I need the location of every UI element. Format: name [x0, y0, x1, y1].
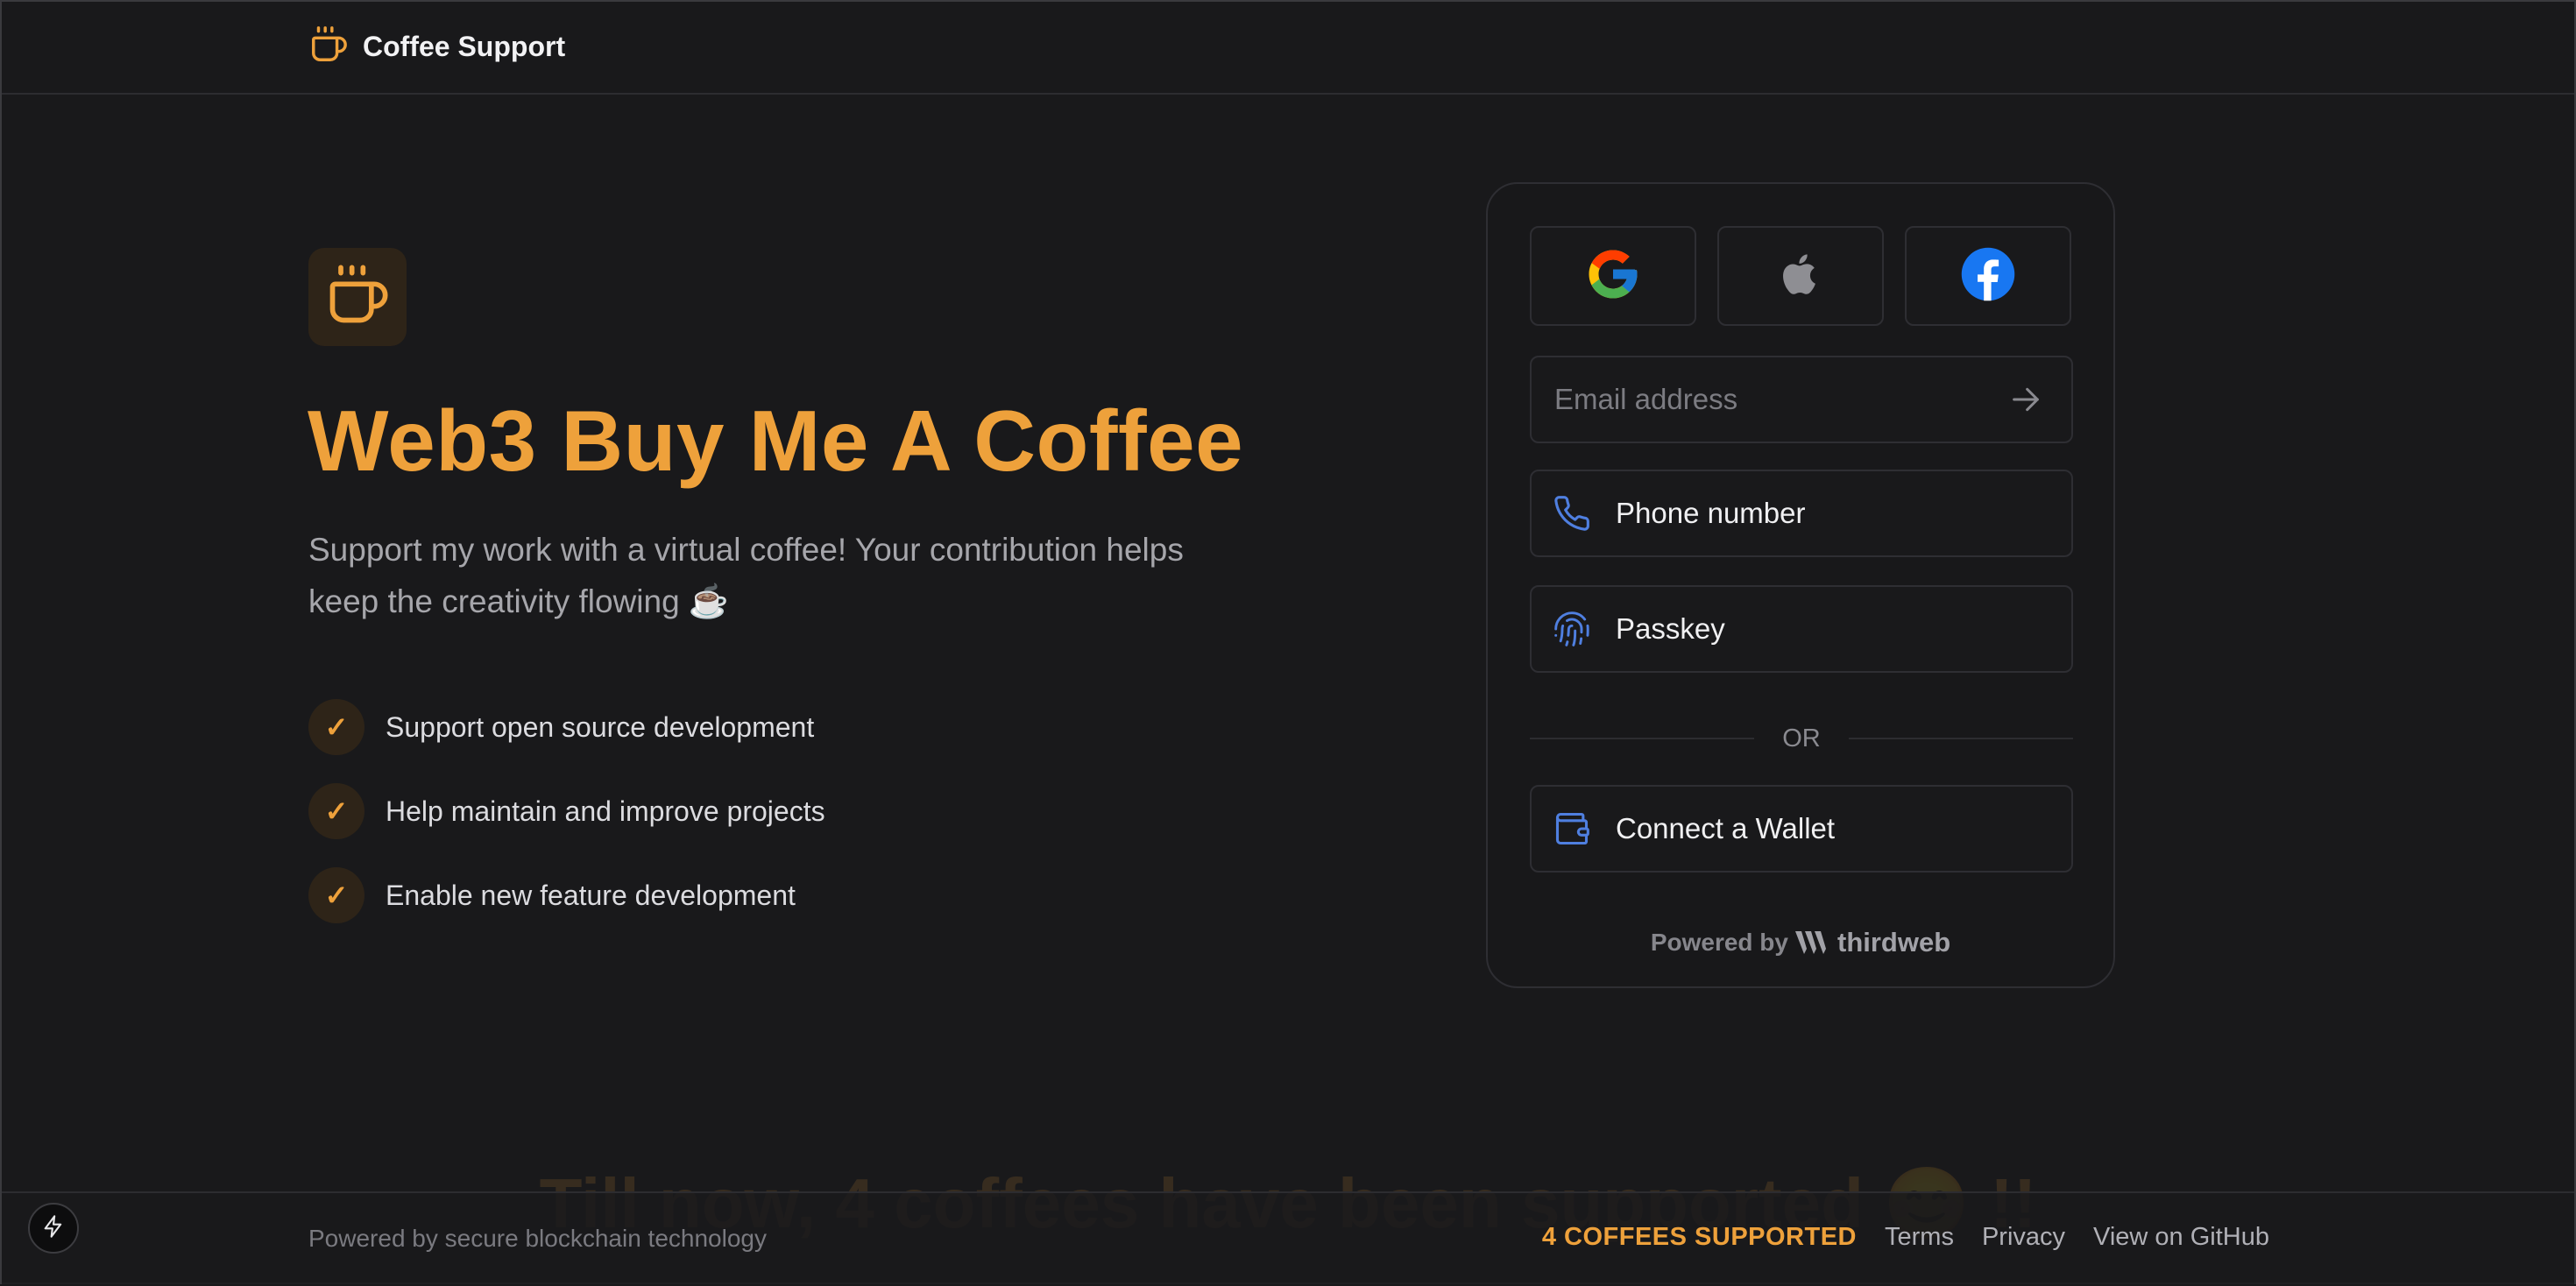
- feature-text: Support open source development: [386, 710, 815, 743]
- apple-icon: [1774, 245, 1827, 307]
- facebook-icon: [1959, 245, 2017, 307]
- footer-links: 4 COFFEES SUPPORTED Terms Privacy View o…: [1542, 1223, 2269, 1252]
- feature-list: ✓ Support open source development ✓ Help…: [308, 698, 825, 950]
- hero-subtitle: Support my work with a virtual coffee! Y…: [308, 532, 1184, 619]
- check-icon: ✓: [308, 783, 364, 839]
- passkey-label: Passkey: [1616, 612, 1725, 645]
- thirdweb-logo: thirdweb: [1795, 927, 1950, 958]
- list-item: ✓ Help maintain and improve projects: [308, 782, 825, 840]
- coffee-cup-icon: [308, 25, 349, 69]
- footer: Powered by secure blockchain technology …: [2, 1191, 2574, 1286]
- terms-link[interactable]: Terms: [1885, 1223, 1954, 1252]
- github-link[interactable]: View on GitHub: [2093, 1223, 2269, 1252]
- email-input[interactable]: [1553, 382, 1999, 417]
- connect-wallet-button[interactable]: Connect a Wallet: [1530, 785, 2073, 873]
- google-icon: [1584, 245, 1642, 307]
- phone-label: Phone number: [1616, 497, 1806, 529]
- phone-login-button[interactable]: Phone number: [1530, 470, 2073, 557]
- divider-line: [1530, 738, 1755, 739]
- coffee-cup-icon: [324, 262, 391, 333]
- check-icon: ✓: [308, 699, 364, 755]
- list-item: ✓ Enable new feature development: [308, 866, 825, 924]
- facebook-login-button[interactable]: [1905, 226, 2071, 326]
- arrow-right-icon[interactable]: [1999, 373, 2052, 426]
- divider-line: [1848, 738, 2073, 739]
- coffee-counter: 4 COFFEES SUPPORTED: [1541, 1223, 1857, 1251]
- list-item: ✓ Support open source development: [308, 698, 825, 756]
- powered-by-thirdweb[interactable]: Powered by thirdweb: [1488, 927, 2113, 958]
- feature-text: Enable new feature development: [386, 879, 796, 911]
- check-icon: ✓: [308, 867, 364, 923]
- top-navbar: Coffee Support: [2, 2, 2574, 95]
- or-text: OR: [1782, 724, 1821, 753]
- wallet-label: Connect a Wallet: [1616, 812, 1836, 844]
- apple-login-button[interactable]: [1717, 226, 1884, 326]
- brand-link[interactable]: Coffee Support: [308, 25, 565, 69]
- connect-card: Phone number Passkey OR: [1486, 182, 2115, 988]
- or-divider: OR: [1530, 724, 2073, 753]
- wallet-icon: [1553, 809, 1591, 848]
- feature-text: Help maintain and improve projects: [386, 795, 825, 827]
- footer-tagline: Powered by secure blockchain technology: [308, 1225, 767, 1252]
- hero-icon-tile: [308, 248, 407, 346]
- phone-icon: [1553, 494, 1591, 533]
- passkey-login-button[interactable]: Passkey: [1530, 585, 2073, 673]
- brand-name: Coffee Support: [363, 31, 566, 62]
- privacy-link[interactable]: Privacy: [1982, 1223, 2065, 1252]
- page-title: Web3 Buy Me A Coffee: [308, 392, 1244, 489]
- fingerprint-icon: [1553, 610, 1591, 648]
- thirdweb-icon: [1795, 931, 1826, 954]
- dev-tools-button[interactable]: [28, 1203, 79, 1254]
- lightning-icon: [41, 1214, 66, 1243]
- google-login-button[interactable]: [1530, 226, 1696, 326]
- powered-by-text: Powered by: [1650, 929, 1788, 956]
- email-field-container: [1530, 356, 2073, 443]
- thirdweb-wordmark: thirdweb: [1837, 927, 1951, 957]
